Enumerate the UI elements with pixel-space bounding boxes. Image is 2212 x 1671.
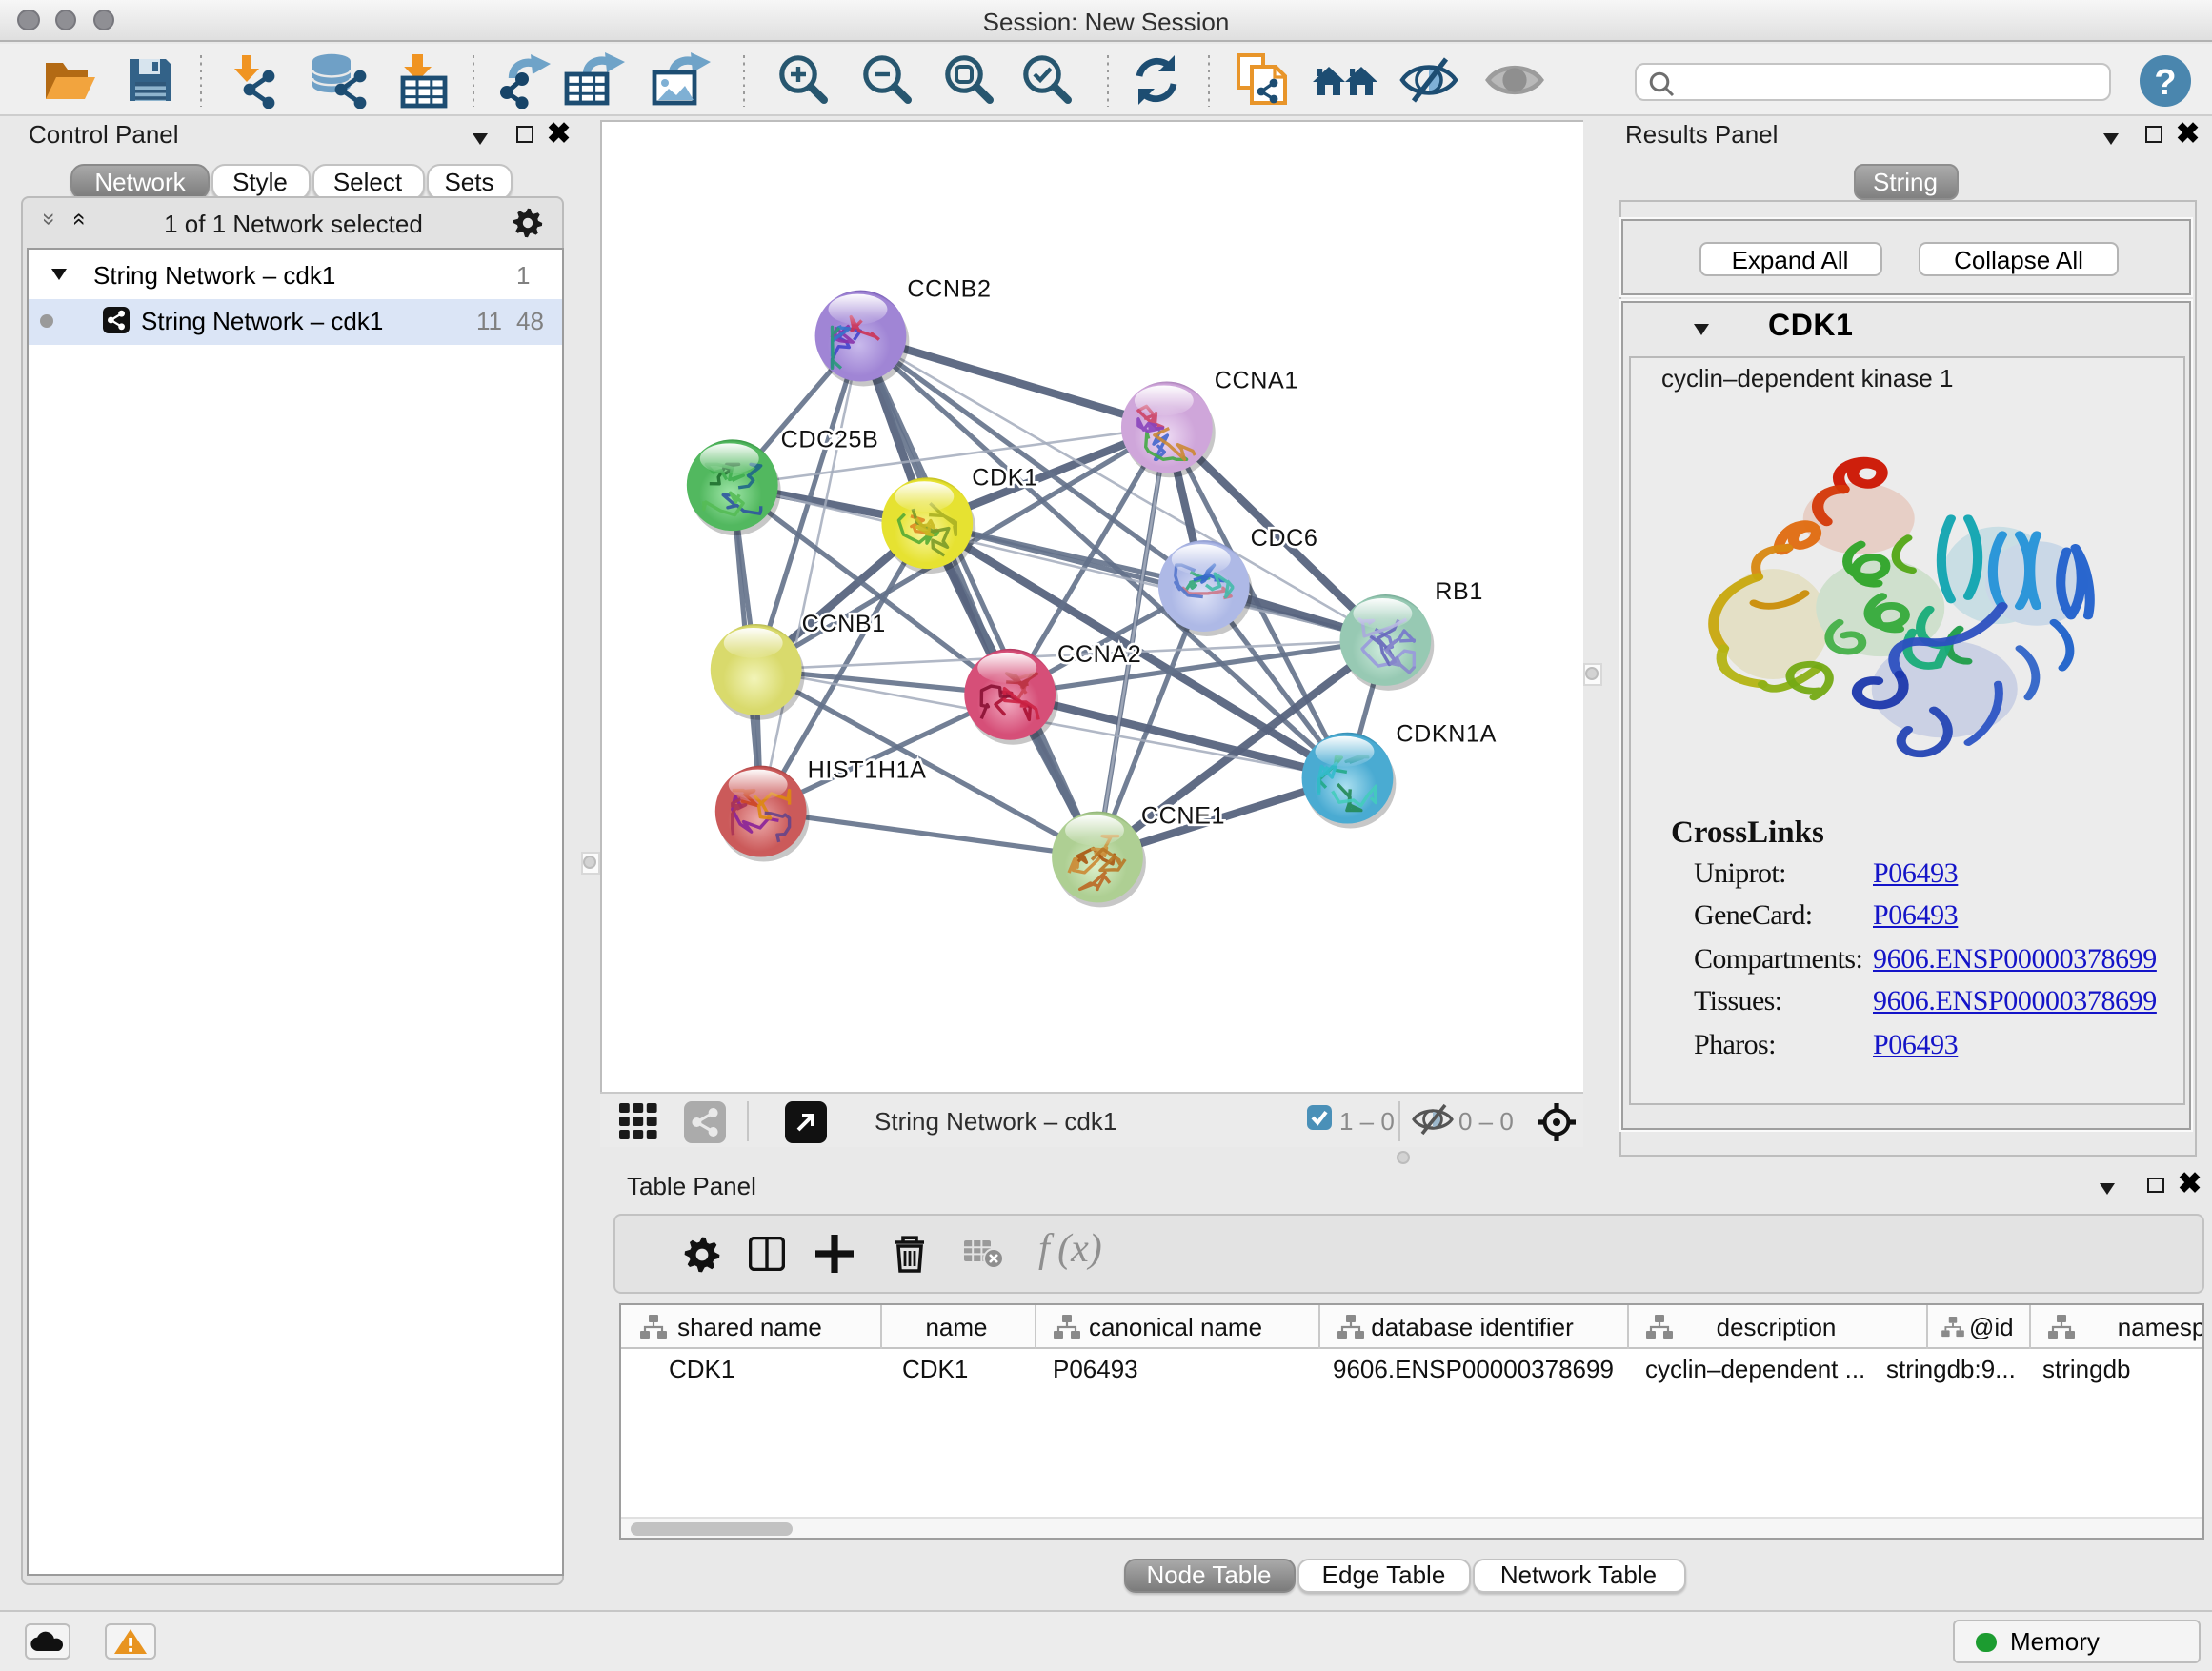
svg-text:CCNE1: CCNE1 (1140, 803, 1224, 830)
svg-text:CDKN1A: CDKN1A (1395, 721, 1496, 748)
svg-text:CCNB2: CCNB2 (906, 276, 990, 303)
svg-text:CDC6: CDC6 (1250, 525, 1317, 552)
svg-text:HIST1H1A: HIST1H1A (807, 757, 926, 784)
svg-text:CCNA2: CCNA2 (1056, 641, 1140, 668)
svg-text:?: ? (2154, 62, 2176, 102)
svg-text:CDC25B: CDC25B (780, 426, 878, 453)
svg-text:CCNB1: CCNB1 (801, 611, 885, 637)
svg-text:RB1: RB1 (1434, 578, 1482, 605)
svg-text:CDK1: CDK1 (971, 464, 1036, 491)
svg-text:CCNA1: CCNA1 (1214, 367, 1297, 393)
